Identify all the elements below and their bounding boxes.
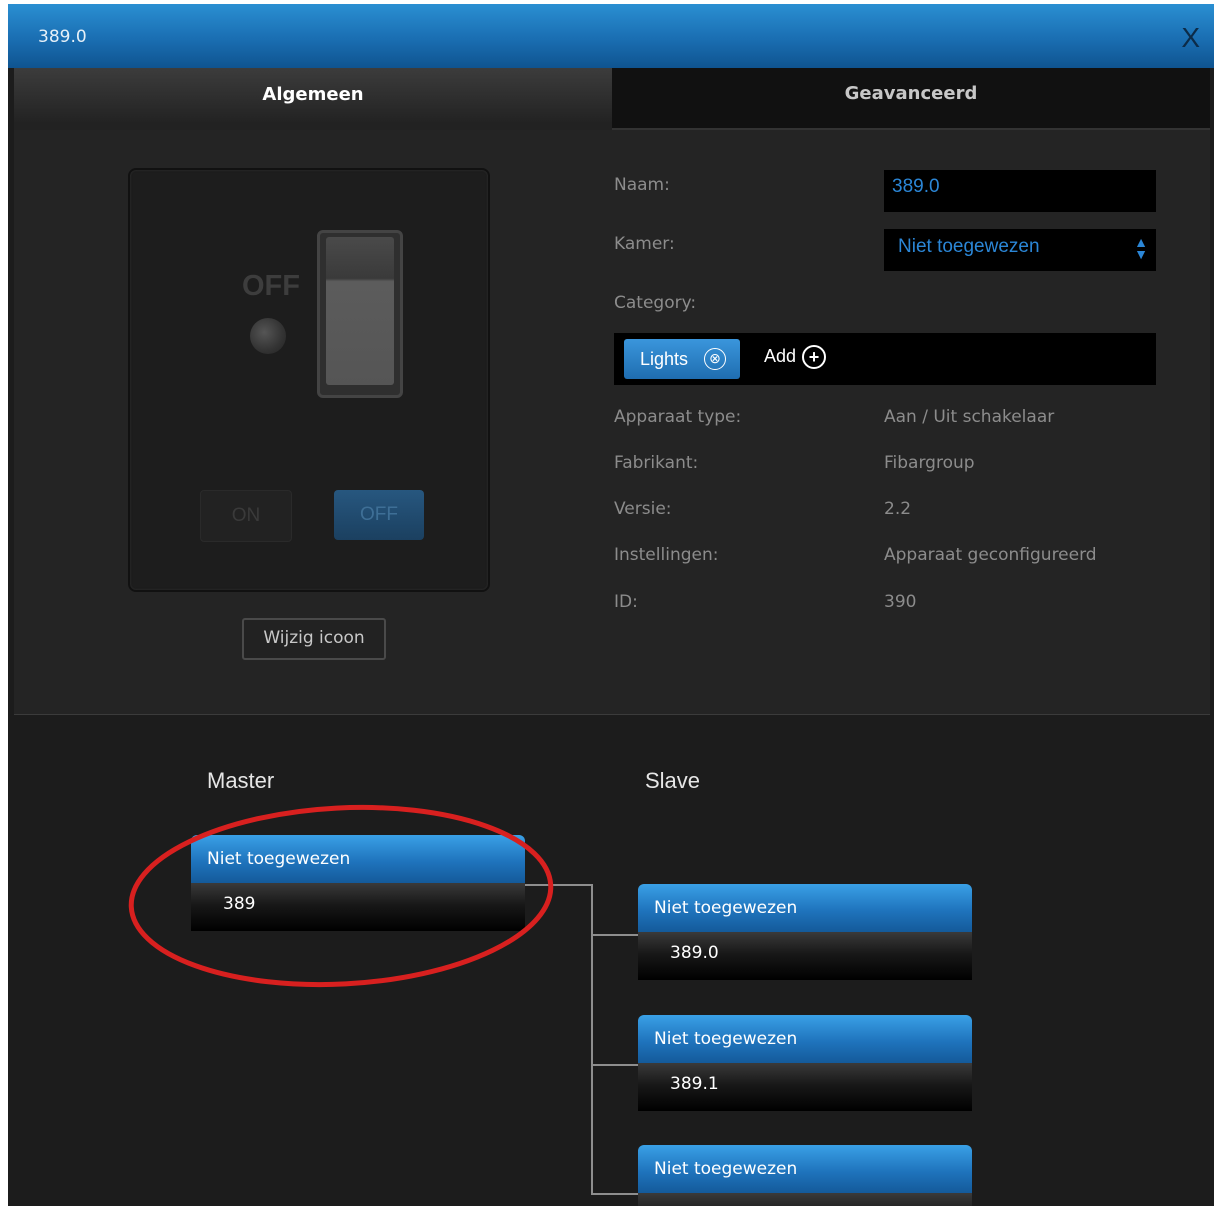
slave-room: Niet toegewezen (638, 1015, 972, 1063)
slave-node[interactable]: Niet toegewezen 389.0 (638, 884, 972, 980)
master-name: 389 (191, 883, 525, 931)
master-node[interactable]: Niet toegewezen 389 (191, 835, 525, 931)
slave-room: Niet toegewezen (638, 884, 972, 932)
device-dialog: 389.0 X Algemeen Geavanceerd OFF ON OFF … (8, 4, 1214, 1206)
slave-node[interactable]: Niet toegewezen (638, 1145, 972, 1206)
tree-connectors (525, 884, 638, 1195)
slave-node[interactable]: Niet toegewezen 389.1 (638, 1015, 972, 1111)
master-room: Niet toegewezen (191, 835, 525, 883)
slave-room: Niet toegewezen (638, 1145, 972, 1193)
slave-name: 389.0 (638, 932, 972, 980)
slave-name (638, 1193, 972, 1206)
slave-name: 389.1 (638, 1063, 972, 1111)
